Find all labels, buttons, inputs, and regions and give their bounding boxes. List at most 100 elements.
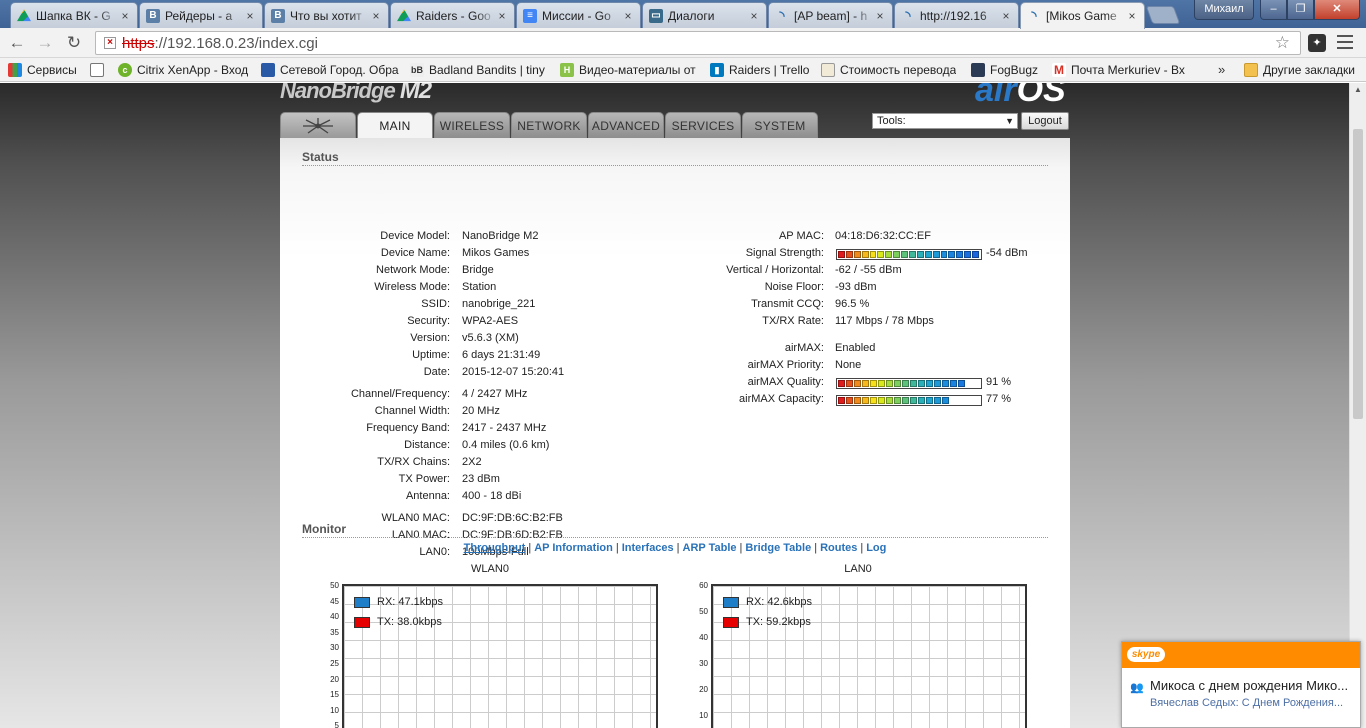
status-value: NanoBridge M2 (462, 230, 539, 242)
skype-message: Микоса с днем рождения Мико... (1150, 678, 1349, 693)
bar-segment (854, 380, 861, 387)
monitor-link[interactable]: Throughput (464, 542, 526, 554)
bar-segment (902, 380, 909, 387)
bar-segment (878, 397, 885, 404)
tab-network[interactable]: NETWORK (511, 112, 587, 138)
url-scheme: https (122, 34, 155, 52)
minimize-button[interactable]: – (1260, 0, 1287, 20)
close-tab-icon[interactable]: × (244, 9, 256, 23)
browser-tab[interactable]: ◝ http://192.16 × (894, 2, 1019, 28)
bookmark-translation[interactable]: Стоимость перевода (821, 61, 961, 79)
bar-segment (910, 397, 917, 404)
tab-services[interactable]: SERVICES (665, 112, 741, 138)
book-icon (821, 63, 835, 77)
bookmark-badland[interactable]: bB Badland Bandits | tiny (410, 61, 550, 79)
skype-notification[interactable]: skype 👥 Микоса с днем рождения Мико... В… (1121, 641, 1361, 728)
status-label: Signal Strength: (745, 247, 824, 259)
menu-icon[interactable] (1337, 35, 1353, 49)
status-label: Vertical / Horizontal: (726, 264, 824, 276)
forward-arrow-icon[interactable]: → (34, 33, 56, 53)
more-bookmarks-chevron-icon[interactable]: » (1218, 62, 1225, 77)
folder-icon (1244, 63, 1258, 77)
bar-segment (918, 397, 925, 404)
tab-advanced[interactable]: ADVANCED (588, 112, 664, 138)
profile-button[interactable]: Михаил (1194, 0, 1254, 20)
close-tab-icon[interactable]: × (874, 9, 886, 23)
insecure-lock-icon[interactable]: × (104, 37, 116, 49)
bookmark-star-icon[interactable]: ☆ (1275, 33, 1290, 53)
bookmark-netcity[interactable]: Сетевой Город. Обра (261, 61, 401, 79)
close-tab-icon[interactable]: × (1000, 9, 1012, 23)
tab-title: http://192.16 (920, 8, 987, 23)
bookmark-citrix[interactable]: c Citrix XenApp - Вход (118, 61, 253, 79)
tab-title: Шапка ВК - G (36, 8, 111, 23)
browser-tab[interactable]: ◝ [AP beam] - h × (768, 2, 893, 28)
trello-icon: ▮ (710, 63, 724, 77)
status-label: Device Model: (380, 230, 450, 242)
page-icon (90, 63, 104, 77)
bar-segment (845, 251, 853, 258)
browser-tab[interactable]: B Что вы хотит × (264, 2, 389, 28)
bookmark-fogbugz[interactable]: FogBugz (971, 61, 1046, 79)
extension-icon[interactable]: ✦ (1308, 34, 1326, 52)
page-viewport: NanoBridge M2 airOS MAIN WIRELESS NETWOR… (0, 83, 1349, 728)
back-arrow-icon[interactable]: ← (6, 33, 28, 53)
bookmark-mail[interactable]: M Почта Merkuriev - Вх (1052, 61, 1192, 79)
monitor-link[interactable]: AP Information (534, 542, 613, 554)
scroll-up-arrow-icon[interactable]: ▲ (1354, 85, 1362, 94)
tab-main[interactable]: MAIN (357, 112, 433, 139)
monitor-heading: Monitor (302, 522, 1048, 538)
close-tab-icon[interactable]: × (748, 9, 760, 23)
monitor-link[interactable]: ARP Table (683, 542, 737, 554)
netcity-icon (261, 63, 275, 77)
bar-segment (886, 397, 893, 404)
browser-tab[interactable]: ≡ Миссии - Go × (516, 2, 641, 28)
close-tab-icon[interactable]: × (119, 9, 131, 23)
bar-segment (893, 251, 901, 258)
status-label: Antenna: (405, 490, 450, 502)
browser-tab[interactable]: B Рейдеры - а × (139, 2, 263, 28)
close-tab-icon[interactable]: × (622, 9, 634, 23)
scrollbar-thumb[interactable] (1353, 129, 1363, 419)
apps-grid-icon (8, 63, 22, 77)
bar-segment (932, 251, 940, 258)
address-bar[interactable]: × https://192.168.0.23/index.cgi ☆ (95, 31, 1301, 55)
tab-ubiquiti-logo[interactable] (280, 112, 356, 138)
reload-icon[interactable]: ↻ (63, 33, 85, 53)
bookmark-video[interactable]: H Видео-материалы от (560, 61, 700, 79)
maximize-button[interactable]: ❐ (1287, 0, 1314, 20)
wlan0-chart-title: WLAN0 (471, 563, 509, 575)
close-tab-icon[interactable]: × (496, 9, 508, 23)
close-window-button[interactable]: ✕ (1314, 0, 1360, 20)
vk-icon: B (271, 8, 285, 23)
tools-select[interactable]: Tools: ▼ (872, 113, 1018, 129)
new-tab-button[interactable] (1145, 6, 1181, 24)
status-value: 20 MHz (462, 405, 500, 417)
browser-tab[interactable]: ▭ Диалоги × (642, 2, 767, 28)
bookmark-other-folder[interactable]: Другие закладки (1244, 61, 1355, 79)
y-tick-label: 45 (330, 596, 339, 606)
monitor-link[interactable]: Bridge Table (745, 542, 811, 554)
page-scrollbar[interactable]: ▲ (1349, 83, 1366, 728)
close-tab-icon[interactable]: × (370, 9, 382, 23)
monitor-link[interactable]: Routes (820, 542, 857, 554)
monitor-link[interactable]: Log (866, 542, 886, 554)
logout-button[interactable]: Logout (1021, 112, 1069, 130)
status-value: 400 - 18 dBi (462, 490, 522, 502)
bar-segment (942, 380, 949, 387)
browser-tab[interactable]: Raiders - Goo × (390, 2, 515, 28)
y-tick-label: 30 (330, 643, 339, 653)
monitor-link[interactable]: Interfaces (622, 542, 674, 554)
bookmark-page[interactable] (90, 61, 109, 79)
tab-wireless[interactable]: WIRELESS (434, 112, 510, 138)
status-label: airMAX Capacity: (739, 393, 824, 405)
bookmark-services[interactable]: Сервисы (8, 61, 77, 79)
bookmark-trello[interactable]: ▮ Raiders | Trello (710, 61, 815, 79)
lan0-throughput-chart: RX: 42.6kbps TX: 59.2kbps (711, 584, 1027, 728)
status-label: airMAX Priority: (747, 359, 824, 371)
status-value: 04:18:D6:32:CC:EF (835, 230, 931, 242)
browser-tab-active[interactable]: ◝ [Mikos Game × (1020, 2, 1145, 29)
close-tab-icon[interactable]: × (1126, 9, 1138, 23)
tab-system[interactable]: SYSTEM (742, 112, 818, 138)
browser-tab[interactable]: Шапка ВК - G × (10, 2, 138, 28)
